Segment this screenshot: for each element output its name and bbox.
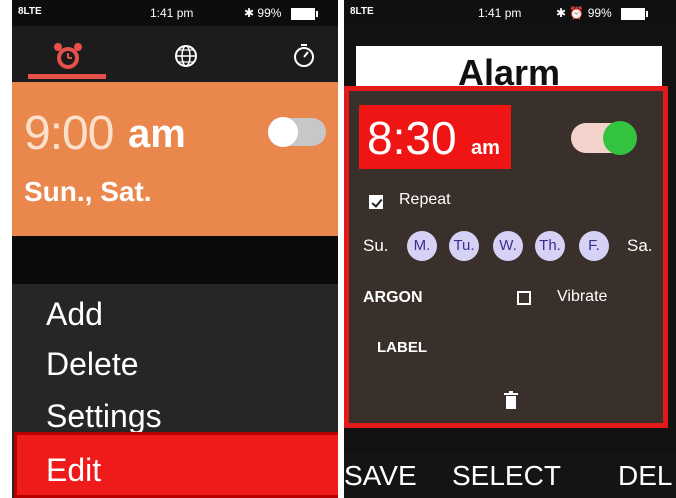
- softkey-save[interactable]: SAVE: [344, 460, 417, 492]
- ringtone-selector[interactable]: ARGON: [363, 289, 423, 307]
- battery-level: 99%: [257, 6, 282, 20]
- battery-indicator: ✱ ⏰ 99%: [556, 6, 649, 20]
- alarm-ampm: am: [471, 137, 500, 159]
- menu-item-edit-label: Edit: [46, 452, 102, 488]
- alarm-ampm: am: [128, 112, 186, 156]
- battery-icon: [290, 7, 318, 20]
- status-bar: 8LTE 1:41 pm ✱ ⏰ 99%: [344, 0, 676, 26]
- alarm-time: 8:30: [367, 112, 457, 164]
- tab-alarm[interactable]: [48, 36, 88, 76]
- menu-item-delete[interactable]: Delete: [46, 346, 139, 383]
- repeat-label: Repeat: [399, 191, 451, 208]
- day-thursday[interactable]: Th.: [535, 231, 565, 261]
- battery-level: 99%: [587, 6, 612, 20]
- alarm-toggle[interactable]: [268, 117, 326, 147]
- network-indicator: 8LTE: [18, 6, 42, 17]
- tab-world-clock[interactable]: [166, 36, 206, 76]
- globe-icon: [175, 45, 197, 67]
- status-time: 1:41 pm: [150, 6, 194, 20]
- trash-icon[interactable]: [504, 391, 518, 409]
- alarm-clock-icon: [54, 43, 82, 69]
- alarm-toggle[interactable]: [571, 121, 637, 155]
- day-wednesday[interactable]: W.: [493, 231, 523, 261]
- day-saturday[interactable]: Sa.: [627, 231, 653, 261]
- battery-icon: [621, 7, 649, 20]
- vibrate-checkbox[interactable]: [517, 291, 531, 305]
- softkey-delete[interactable]: DEL: [618, 460, 672, 492]
- alarm-time: 9:00: [24, 107, 114, 160]
- menu-item-settings[interactable]: Settings: [46, 398, 162, 435]
- vibrate-label: Vibrate: [557, 288, 608, 305]
- alarm-edit-screen: 8LTE 1:41 pm ✱ ⏰ 99% Alarm 8:30 am Repea…: [344, 0, 676, 498]
- tab-bar: [12, 26, 338, 82]
- list-divider: [12, 236, 338, 284]
- status-bar: 8LTE 1:41 pm ✱ 99%: [12, 0, 338, 26]
- bluetooth-icon: ✱: [556, 6, 567, 20]
- network-indicator: 8LTE: [350, 6, 374, 17]
- day-friday[interactable]: F.: [579, 231, 609, 261]
- selected-tab-indicator: [28, 74, 106, 79]
- menu-item-add[interactable]: Add: [46, 296, 103, 333]
- day-monday[interactable]: M.: [407, 231, 437, 261]
- alarm-days: Sun., Sat.: [24, 176, 152, 207]
- stopwatch-icon: [294, 44, 314, 67]
- repeat-days: Su. M. Tu. W. Th. F. Sa.: [363, 231, 663, 263]
- day-sunday[interactable]: Su.: [363, 231, 389, 261]
- alarm-item[interactable]: 9:00 am Sun., Sat.: [12, 82, 338, 236]
- label-field[interactable]: LABEL: [377, 339, 427, 356]
- alarm-editor-panel: 8:30 am Repeat Su. M. Tu. W. Th. F. Sa. …: [344, 86, 668, 428]
- bluetooth-icon: ✱: [244, 6, 255, 20]
- repeat-checkbox[interactable]: [369, 195, 383, 209]
- alarm-status-icon: ⏰: [569, 6, 585, 20]
- tab-timer[interactable]: [284, 36, 324, 76]
- battery-indicator: ✱ 99%: [244, 6, 318, 20]
- toggle-knob: [268, 117, 298, 147]
- day-tuesday[interactable]: Tu.: [449, 231, 479, 261]
- menu-item-edit[interactable]: Edit: [14, 432, 338, 498]
- status-time: 1:41 pm: [478, 6, 522, 20]
- alarm-time-field[interactable]: 8:30 am: [359, 105, 511, 169]
- alarm-list-screen: 8LTE 1:41 pm ✱ 99% 9:00 am Sun., Sat. Ad…: [12, 0, 338, 498]
- softkey-select[interactable]: SELECT: [452, 460, 561, 492]
- toggle-knob: [603, 121, 637, 155]
- softkey-bar: SAVE SELECT DEL: [344, 452, 676, 498]
